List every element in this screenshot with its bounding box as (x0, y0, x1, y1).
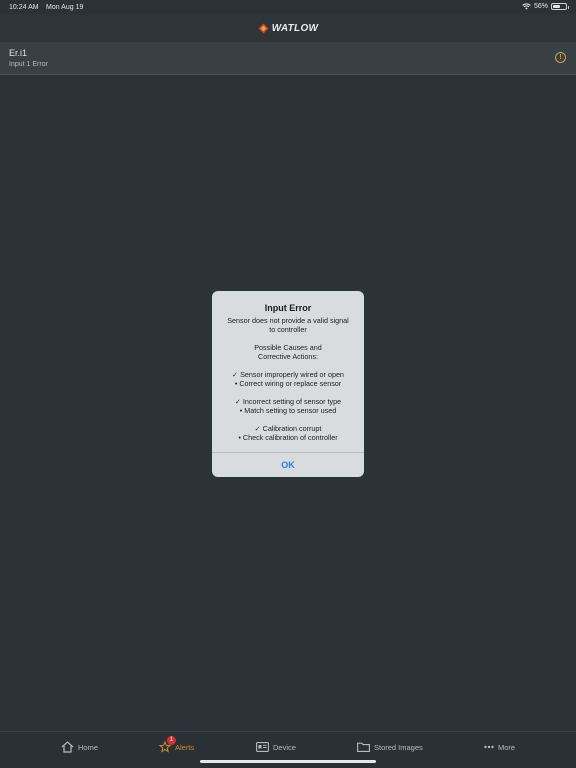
status-right: 56% (522, 3, 569, 10)
tab-device-label: Device (273, 742, 296, 752)
tab-home[interactable]: Home (61, 740, 98, 754)
home-icon (61, 741, 74, 753)
warning-circle-icon[interactable]: ! (555, 52, 566, 63)
watlow-logo-icon (258, 22, 269, 34)
tab-more[interactable]: More (484, 740, 515, 754)
tab-alerts[interactable]: 1 Alerts (159, 736, 195, 754)
battery-percent: 56% (533, 3, 548, 10)
status-date: Mon Aug 19 (46, 4, 84, 11)
wifi-icon (522, 3, 531, 10)
dialog-message: Sensor does not provide a valid signal t… (227, 316, 349, 442)
ok-button[interactable]: OK (212, 453, 364, 477)
tab-stored-images[interactable]: Stored Images (357, 740, 423, 754)
input-error-dialog: Input Error Sensor does not provide a va… (212, 291, 364, 477)
tab-more-label: More (498, 742, 516, 752)
battery-icon (551, 3, 569, 10)
alert-description: Input 1 Error (9, 61, 48, 68)
home-indicator (200, 760, 376, 763)
alert-code: Er.i1 (9, 48, 28, 58)
dialog-title: Input Error (264, 303, 312, 313)
alerts-badge: 1 (167, 736, 176, 745)
alert-list-item[interactable]: Er.i1 Input 1 Error ! (0, 42, 576, 75)
app-header: WATLOW (0, 14, 576, 42)
logo-text: WATLOW (271, 22, 319, 34)
watlow-logo: WATLOW (258, 23, 319, 34)
tab-home-label: Home (78, 742, 99, 752)
device-icon (256, 742, 269, 752)
status-time: 10:24 AM (9, 4, 39, 11)
tab-stored-images-label: Stored Images (374, 742, 423, 752)
tab-alerts-label: Alerts (175, 742, 195, 752)
tab-device[interactable]: Device (256, 740, 296, 754)
folder-icon (357, 742, 370, 752)
status-bar: 10:24 AM Mon Aug 19 56% (0, 0, 576, 14)
more-icon (484, 745, 494, 749)
